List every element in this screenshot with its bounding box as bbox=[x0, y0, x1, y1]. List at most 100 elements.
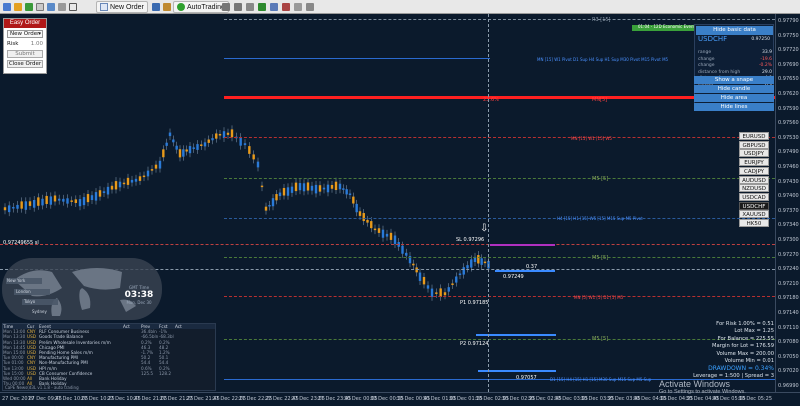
candle-body bbox=[37, 197, 40, 206]
terminal-icon[interactable] bbox=[47, 3, 55, 11]
left-price-label: 0.97249655 sl bbox=[3, 240, 39, 246]
symbol-button-audusd[interactable]: AUDUSD bbox=[739, 175, 769, 184]
candle-body bbox=[196, 144, 199, 150]
candle-body bbox=[203, 142, 207, 147]
market-watch-icon[interactable] bbox=[25, 3, 33, 11]
add-chart-icon[interactable] bbox=[14, 3, 22, 11]
new-order-button[interactable]: New Order bbox=[96, 1, 148, 13]
history-icon[interactable] bbox=[163, 3, 171, 11]
symbol-button-usdcad[interactable]: USDCAD bbox=[739, 192, 769, 201]
candle-body bbox=[62, 198, 65, 202]
info-row-value: -0.2% bbox=[758, 63, 772, 68]
zoom-in-icon[interactable] bbox=[222, 3, 230, 11]
r2-label: MN [15] W1 [15] W5 bbox=[571, 136, 612, 141]
candle-body bbox=[412, 263, 415, 266]
session-sydney: Sydney bbox=[32, 309, 47, 314]
candle-body bbox=[458, 273, 462, 276]
autotrading-button[interactable]: AutoTrading bbox=[173, 1, 229, 13]
info-symbol: USDCHF bbox=[698, 35, 728, 43]
candle-body bbox=[82, 197, 86, 206]
symbol-button-eurjpy[interactable]: EURJPY bbox=[739, 158, 769, 167]
chart-shift-icon[interactable] bbox=[270, 3, 278, 11]
s2-label: M5 [5] bbox=[592, 336, 609, 342]
candle-body bbox=[182, 149, 185, 157]
candle-body bbox=[466, 265, 469, 269]
risk-line: For Risk 1.00% = 0.51 bbox=[716, 321, 774, 327]
price-axis[interactable]: 0.97790 0.97750 0.97720 0.97690 0.97650 0.976… bbox=[775, 14, 800, 392]
symbol-button-gbpusd[interactable]: GBPUSD bbox=[739, 140, 769, 149]
news-cell bbox=[141, 381, 159, 386]
price-tick: 0.97430 bbox=[778, 178, 799, 185]
stop-loss-label: SL 0.97296 bbox=[456, 237, 485, 243]
indicators-icon[interactable] bbox=[282, 3, 290, 11]
symbol-button-usdchf[interactable]: USDCHF bbox=[739, 201, 769, 210]
info-row-label: change bbox=[698, 56, 715, 62]
price-tick: 0.97530 bbox=[778, 134, 799, 141]
candle-body bbox=[154, 164, 158, 169]
candle-body bbox=[16, 204, 19, 209]
price-tick: 0.97020 bbox=[778, 368, 799, 375]
candle-body bbox=[188, 146, 192, 154]
toolbar-tools bbox=[222, 3, 314, 11]
h4-pivot-line bbox=[224, 218, 775, 219]
price-tick: 0.96990 bbox=[778, 383, 799, 389]
symbol-button-usdjpy[interactable]: USDJPY bbox=[739, 149, 769, 158]
risk-line: Margin for Lot = 176.59 bbox=[712, 343, 774, 350]
candle-body bbox=[110, 185, 114, 190]
gmt-date: Mon, Dec 30 bbox=[126, 300, 152, 305]
candle-body bbox=[435, 292, 438, 294]
info-row: change -19.6 bbox=[698, 57, 772, 62]
candle-body bbox=[310, 185, 314, 191]
new-order-label: New Order bbox=[110, 3, 144, 11]
symbol-button-eurusd[interactable]: EURUSD bbox=[739, 132, 769, 140]
tester-icon[interactable] bbox=[58, 3, 66, 11]
templates-icon[interactable] bbox=[306, 3, 314, 11]
info-row: change -0.2% bbox=[698, 63, 772, 68]
candle-body bbox=[57, 198, 61, 201]
candle-body bbox=[248, 146, 251, 154]
price-tick: 0.97560 bbox=[778, 120, 799, 127]
zoom-out-icon[interactable] bbox=[234, 3, 242, 11]
info-row-label: range bbox=[698, 50, 712, 55]
h4-pivot-label: H4 [15] H1 [15] W5 [15] M15 Sup M5 Pivot bbox=[557, 216, 643, 221]
action-button[interactable]: Hide lines bbox=[694, 103, 774, 111]
action-button[interactable]: Show a snape bbox=[694, 76, 774, 84]
cursor-icon[interactable] bbox=[69, 3, 77, 11]
r2-line bbox=[224, 137, 775, 138]
action-button[interactable]: Hide candle bbox=[694, 85, 774, 93]
close-order-button[interactable]: Close Order bbox=[7, 60, 43, 68]
navigator-icon[interactable] bbox=[36, 3, 44, 11]
p3-line bbox=[478, 370, 556, 372]
candle-body bbox=[342, 188, 345, 190]
candle-body bbox=[98, 190, 102, 197]
p3-label: 0.97057 bbox=[516, 375, 537, 381]
symbol-button-xauusd[interactable]: XAUUSD bbox=[739, 210, 769, 219]
risk-input[interactable]: 1.00 bbox=[31, 40, 43, 48]
candle-body bbox=[243, 143, 247, 146]
symbol-button-cadjpy[interactable]: CADJPY bbox=[739, 166, 769, 175]
candle-body bbox=[138, 176, 142, 181]
action-button[interactable]: Hide area bbox=[694, 94, 774, 102]
price-tick: 0.97110 bbox=[778, 324, 799, 331]
autotrading-label: AutoTrading bbox=[187, 3, 225, 11]
candle-body bbox=[256, 161, 260, 168]
candle-body bbox=[185, 149, 188, 152]
autoscroll-icon[interactable] bbox=[258, 3, 266, 11]
s1-red-line bbox=[224, 296, 775, 297]
chart-icon[interactable] bbox=[3, 3, 11, 11]
risk-row: Risk 1.00 bbox=[4, 40, 46, 48]
candle-body bbox=[447, 287, 450, 292]
stop-loss-dashed-line bbox=[0, 244, 775, 245]
periods-icon[interactable] bbox=[294, 3, 302, 11]
metaeditor-icon[interactable] bbox=[152, 3, 160, 11]
support-blue-label: D1 [15] H4 [15] H1 [15] M30 Sup M15 Sup … bbox=[550, 377, 652, 382]
candle-body bbox=[405, 252, 408, 256]
tile-icon[interactable] bbox=[246, 3, 254, 11]
price-tick: 0.97650 bbox=[778, 76, 799, 83]
order-type-select[interactable]: New Order ▾ bbox=[7, 30, 43, 38]
submit-button[interactable]: Submit bbox=[7, 50, 43, 58]
symbol-button-hk50[interactable]: HK50 bbox=[739, 219, 769, 227]
symbol-button-nzdusd[interactable]: NZDUSD bbox=[739, 184, 769, 193]
candle-body bbox=[282, 187, 286, 196]
hide-basic-data-button[interactable]: Hide basic data bbox=[696, 26, 773, 35]
